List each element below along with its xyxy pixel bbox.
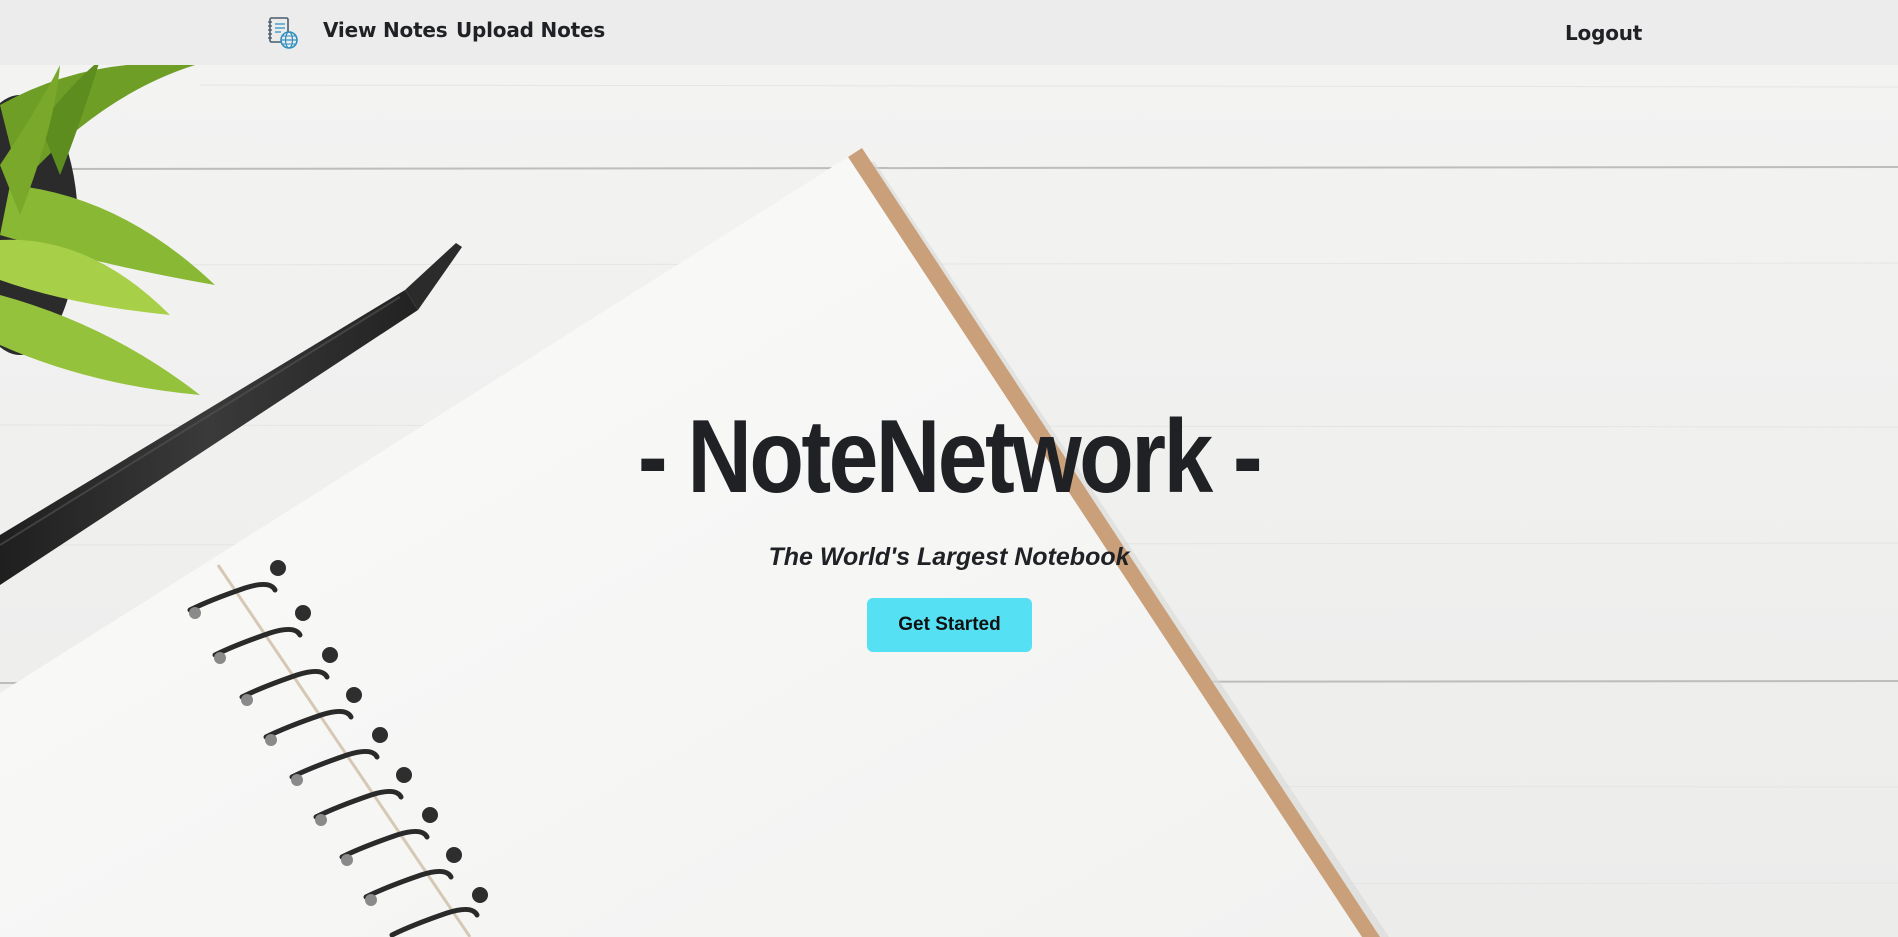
notebook-globe-icon[interactable] <box>267 16 299 50</box>
nav-logout-link[interactable]: Logout <box>1565 21 1642 45</box>
hero-subtitle: The World's Largest Notebook <box>768 543 1130 571</box>
top-navbar: View Notes Upload Notes Logout <box>0 0 1898 65</box>
get-started-button[interactable]: Get Started <box>867 598 1032 652</box>
hero-section: - NoteNetwork - The World's Largest Note… <box>0 65 1898 937</box>
nav-upload-notes-link[interactable]: Upload Notes <box>456 18 605 42</box>
hero-title: - NoteNetwork - <box>637 399 1263 515</box>
nav-view-notes-link[interactable]: View Notes <box>323 18 448 42</box>
